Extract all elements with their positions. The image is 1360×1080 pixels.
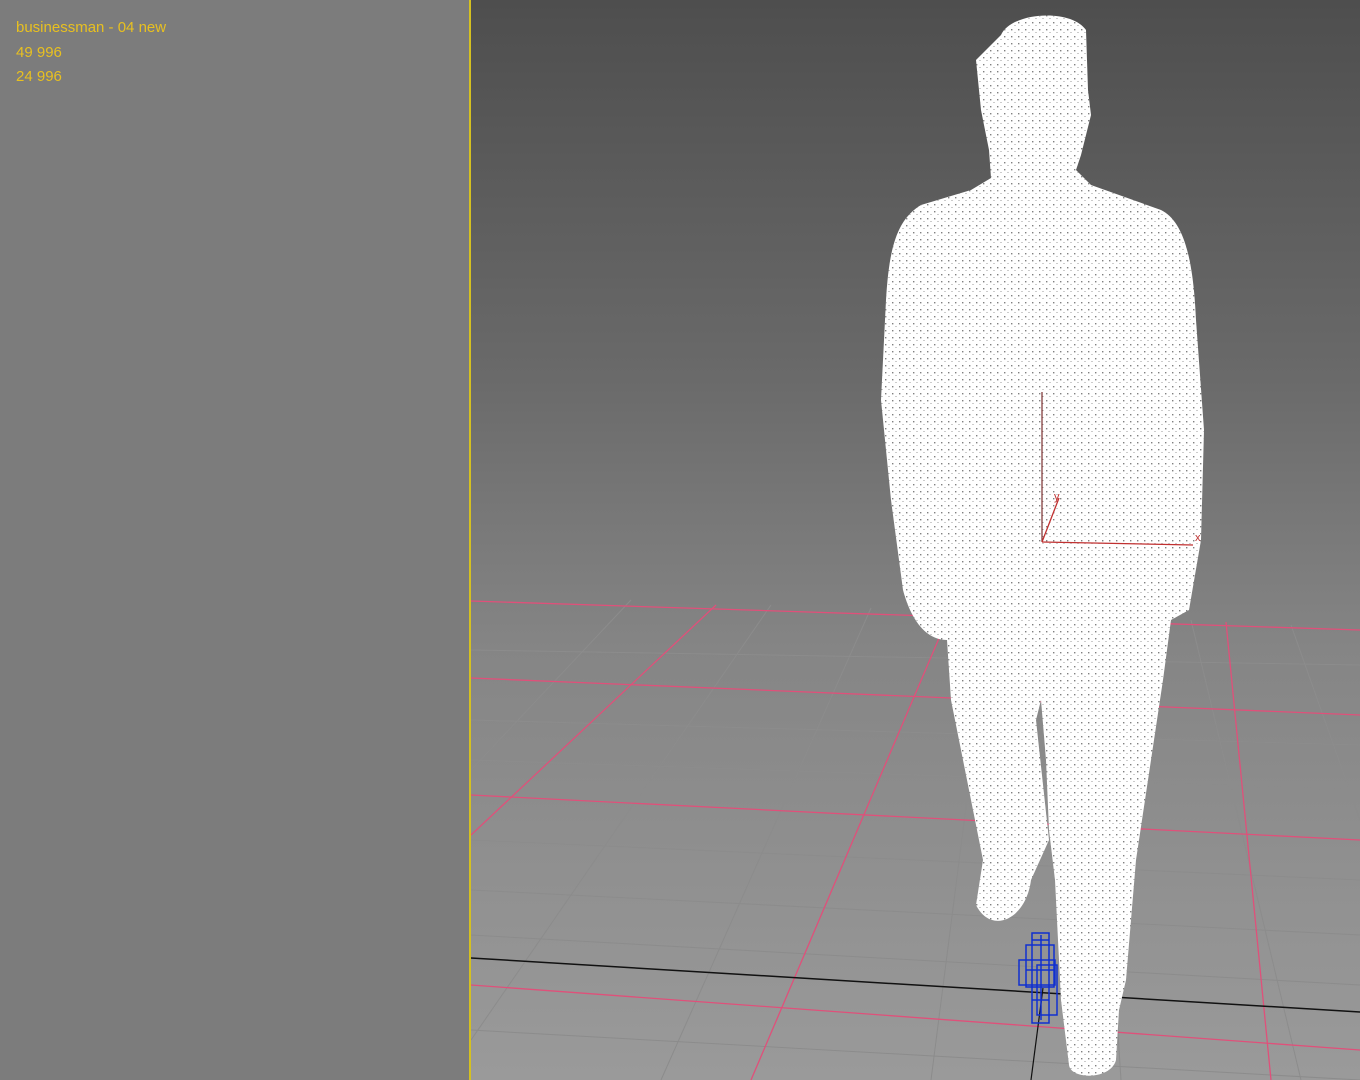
- gizmo-x-label: x: [1195, 532, 1201, 544]
- model-point-texture: [881, 15, 1204, 1076]
- grid-minor-lines: [471, 599, 1360, 1080]
- viewport-statistics: businessman - 04 new 49 996 24 996: [16, 16, 166, 90]
- app-window: businessman - 04 new 49 996 24 996 x y: [0, 0, 1360, 1080]
- left-viewport-panel[interactable]: businessman - 04 new 49 996 24 996: [0, 0, 470, 1080]
- viewport-canvas[interactable]: x y: [471, 0, 1360, 1080]
- grid-major-lines: [471, 600, 1360, 1080]
- world-axis-line: [471, 957, 1360, 1013]
- camera-wireframe-icon[interactable]: [1018, 932, 1058, 1024]
- gizmo-y-label: y: [1054, 491, 1060, 503]
- vertex-count-label: 49 996: [16, 43, 62, 61]
- object-name-label: businessman - 04 new: [16, 19, 167, 36]
- perspective-viewport[interactable]: x y: [471, 0, 1360, 1080]
- face-count-label: 24 996: [16, 68, 62, 85]
- businessman-point-cloud-model[interactable]: [881, 15, 1204, 1076]
